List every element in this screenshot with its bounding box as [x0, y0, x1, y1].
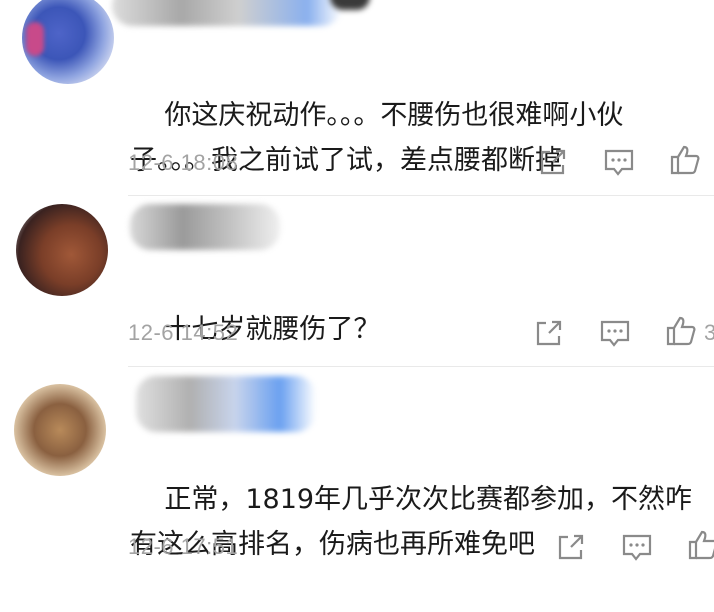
avatar[interactable] — [22, 0, 114, 84]
comment-icon[interactable] — [602, 145, 636, 179]
username-blur-dark — [330, 0, 370, 10]
share-icon[interactable] — [554, 530, 588, 564]
avatar[interactable] — [14, 384, 106, 476]
comment-time: 12-6 14:52 — [128, 320, 239, 345]
comment-icon[interactable] — [620, 530, 654, 564]
comment-time: 12-6 17:51 — [128, 534, 239, 559]
thumbs-up-icon[interactable] — [668, 143, 702, 177]
username[interactable] — [130, 204, 280, 250]
share-icon[interactable] — [532, 316, 566, 350]
comment-text: 正常，1819年几乎次次比赛都参加，不然咋 有这么高排名，伤病也再所难免吧 — [130, 484, 693, 560]
thumbs-up-icon[interactable] — [686, 528, 714, 562]
thumbs-up-icon[interactable] — [664, 314, 698, 348]
username[interactable] — [136, 376, 316, 432]
comment-item: 正常，1819年几乎次次比赛都参加，不然咋 有这么高排名，伤病也再所难免吧 12-… — [0, 366, 714, 566]
comment-time: 12-6 18:08 — [128, 150, 239, 175]
comment-item: 十七岁就腰伤了？ 12-6 14:52 3 — [0, 196, 714, 367]
share-icon[interactable] — [536, 145, 570, 179]
like-count: 3 — [704, 320, 714, 345]
username[interactable] — [112, 0, 342, 26]
avatar[interactable] — [16, 204, 108, 296]
comment-item: 你这庆祝动作。。。不腰伤也很难啊小伙 子。。。我之前试了试，差点腰都断掉 12-6… — [0, 0, 714, 196]
comment-icon[interactable] — [598, 316, 632, 350]
